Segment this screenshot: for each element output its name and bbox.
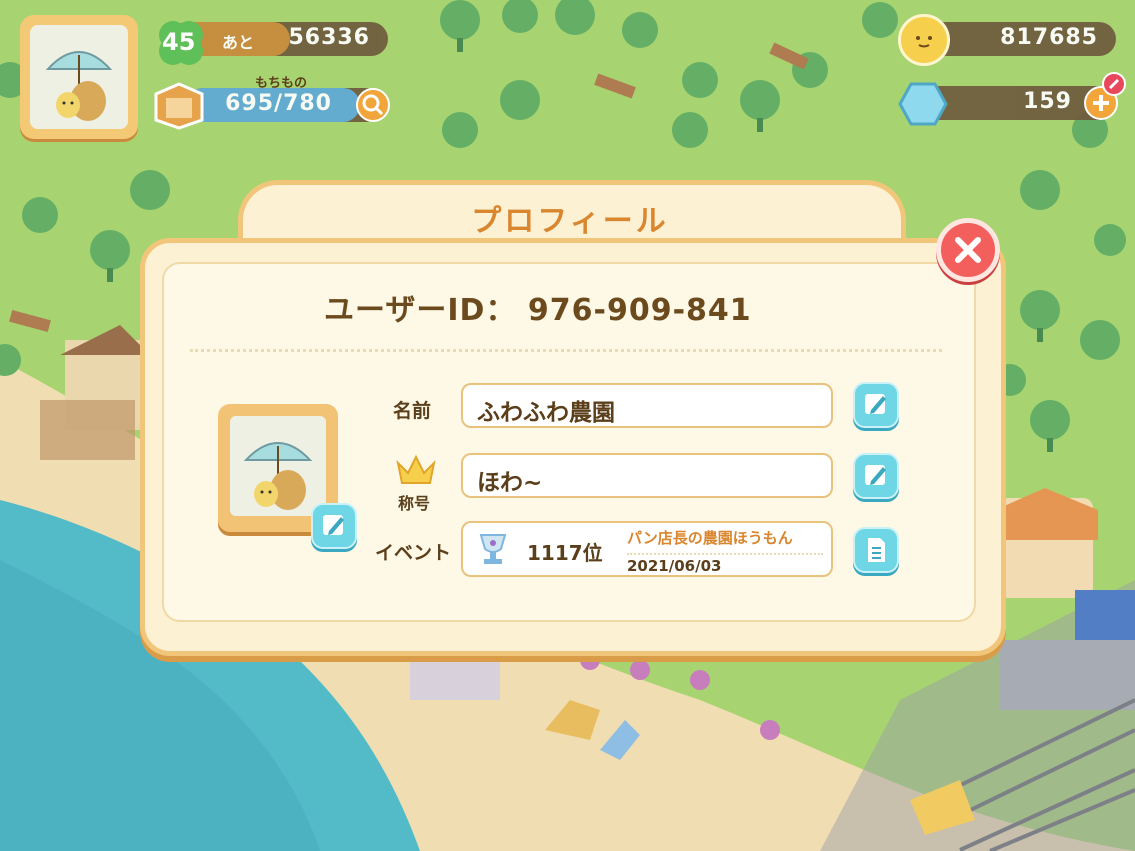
- coin-icon: [898, 14, 950, 66]
- notification-icon: [1102, 72, 1126, 96]
- profile-avatar-image: [230, 416, 326, 516]
- close-button[interactable]: [936, 218, 1000, 282]
- player-level: 45: [162, 28, 196, 56]
- edit-name-button[interactable]: [853, 382, 899, 428]
- divider: [190, 349, 942, 352]
- event-rank: 1117位: [527, 541, 603, 565]
- crown-icon: [394, 453, 438, 487]
- inventory-bar: 695/780: [186, 88, 382, 122]
- event-label: イベント: [375, 542, 452, 564]
- event-field: 1117位 パン店長の農園ほうもん 2021/06/03: [461, 521, 833, 577]
- gem-icon: [898, 80, 948, 128]
- title-value: ほわ~: [477, 470, 543, 496]
- exp-remaining-value: 56336: [288, 25, 370, 50]
- clover-icon: 45: [156, 18, 206, 68]
- trophy-icon: [473, 531, 513, 567]
- pencil-edit-icon: [323, 515, 344, 535]
- coin-count: 817685: [1000, 25, 1098, 50]
- event-date: 2021/06/03: [627, 553, 823, 575]
- pencil-edit-icon: [865, 465, 886, 485]
- gem-count: 159: [1023, 89, 1072, 114]
- player-avatar-button[interactable]: [20, 15, 138, 139]
- event-name: パン店長の農園ほうもん: [627, 529, 793, 547]
- title-field: ほわ~: [461, 453, 833, 498]
- exp-remaining-label: あと: [222, 33, 255, 52]
- close-icon: [955, 237, 981, 263]
- inventory-count: 695/780: [225, 91, 332, 116]
- user-id: ユーザーID： 976-909-841: [324, 293, 752, 328]
- edit-title-button[interactable]: [853, 453, 899, 499]
- name-label: 名前: [393, 400, 432, 422]
- dialog-title: プロフィール: [471, 204, 669, 239]
- pencil-edit-icon: [865, 394, 886, 414]
- magnifier-icon: [362, 94, 384, 116]
- box-icon: [154, 82, 204, 130]
- inventory-search-button[interactable]: [356, 88, 390, 122]
- event-details-button[interactable]: [853, 527, 899, 573]
- edit-avatar-button[interactable]: [311, 503, 357, 549]
- name-value: ふわふわ農園: [477, 400, 615, 426]
- avatar-image: [30, 25, 128, 129]
- name-field: ふわふわ農園: [461, 383, 833, 428]
- document-icon: [868, 538, 885, 562]
- title-label: 称号: [398, 494, 431, 513]
